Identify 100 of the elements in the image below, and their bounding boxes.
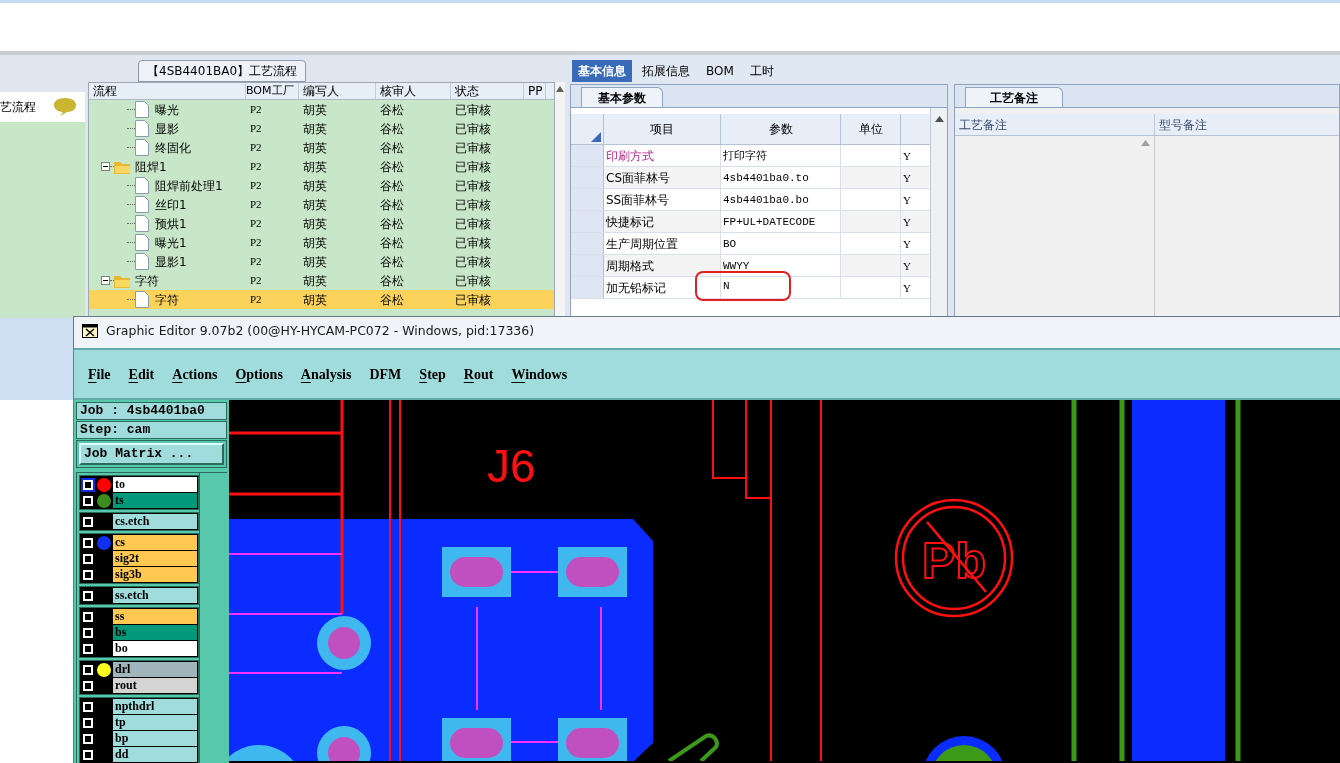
- layer-checkbox[interactable]: [83, 516, 93, 527]
- layer-checkbox[interactable]: [83, 749, 93, 760]
- tree-item-label[interactable]: 阻焊前处理1: [155, 176, 223, 195]
- tree-item-label[interactable]: 预烘1: [155, 214, 187, 233]
- table-cell-text: 已审核: [454, 291, 492, 309]
- layer-name[interactable]: cs: [113, 535, 197, 550]
- tree-row[interactable]: 阻焊前处理1 P2 胡英 谷松 已审核: [89, 176, 554, 195]
- table-cell-text: P2: [249, 292, 263, 308]
- layer-checkbox[interactable]: [83, 643, 93, 654]
- tree-item-label[interactable]: 曝光1: [155, 233, 187, 252]
- tab[interactable]: BOM: [700, 60, 740, 82]
- column-header[interactable]: 工艺备注: [955, 114, 1155, 135]
- layer-checkbox[interactable]: [83, 537, 93, 548]
- layer-checkbox[interactable]: [83, 553, 93, 564]
- column-header[interactable]: PP: [524, 83, 546, 99]
- layer-name[interactable]: npthdrl: [113, 699, 197, 714]
- via[interactable]: [317, 616, 371, 670]
- menu-item[interactable]: Analysis: [300, 363, 352, 385]
- table-cell-text: 谷松: [379, 215, 405, 233]
- menu-item[interactable]: Step: [419, 363, 446, 385]
- tree-item-label[interactable]: 显影1: [155, 252, 187, 271]
- layer-checkbox[interactable]: [83, 701, 93, 712]
- scroll-up-icon[interactable]: [934, 116, 944, 122]
- menu-item[interactable]: Rout: [463, 363, 494, 385]
- column-header[interactable]: 项目: [604, 114, 721, 144]
- tree-row[interactable]: 曝光1 P2 胡英 谷松 已审核: [89, 233, 554, 252]
- layer-name[interactable]: ts: [113, 493, 197, 508]
- layer-name[interactable]: ss.etch: [113, 588, 197, 603]
- collapse-icon[interactable]: [101, 276, 110, 285]
- layer-name[interactable]: sig3b: [113, 567, 197, 582]
- job-matrix-button[interactable]: Job Matrix ...: [79, 443, 224, 465]
- column-header[interactable]: 流程: [89, 83, 246, 99]
- tree-item-label[interactable]: 字符: [135, 271, 159, 290]
- column-header[interactable]: 型号备注: [1155, 114, 1339, 135]
- outline-drawing[interactable]: [229, 400, 344, 616]
- layer-name[interactable]: bo: [113, 641, 197, 656]
- trace-drawing[interactable]: [389, 400, 822, 761]
- layer-name[interactable]: rout: [113, 678, 197, 693]
- tree-item-label[interactable]: 曝光: [155, 100, 179, 119]
- layer-checkbox[interactable]: [83, 717, 93, 728]
- slot-outline[interactable]: [667, 733, 719, 761]
- tree-item-label[interactable]: 丝印1: [155, 195, 187, 214]
- scroll-up-icon[interactable]: [556, 86, 564, 92]
- column-header[interactable]: BOM工厂: [246, 83, 299, 99]
- tree-item-label[interactable]: 终固化: [155, 138, 191, 157]
- tab[interactable]: 工艺备注: [965, 87, 1063, 107]
- layer-name[interactable]: to: [113, 477, 197, 492]
- table-cell-text: 谷松: [379, 120, 405, 138]
- menu-item[interactable]: DFM: [369, 363, 402, 385]
- tab[interactable]: 拓展信息: [636, 60, 696, 82]
- selected-row[interactable]: 字符 P2 胡英 谷松 已审核: [89, 290, 554, 309]
- tree-row[interactable]: 显影1 P2 胡英 谷松 已审核: [89, 252, 554, 271]
- menu-item[interactable]: Actions: [172, 363, 218, 385]
- layer-checkbox[interactable]: [83, 627, 93, 638]
- tab[interactable]: 基本参数: [581, 87, 663, 107]
- tree-row[interactable]: 显影 P2 胡英 谷松 已审核: [89, 119, 554, 138]
- layer-checkbox[interactable]: [83, 495, 93, 506]
- tree-item-label[interactable]: 字符: [155, 290, 179, 309]
- via[interactable]: [317, 726, 371, 761]
- layer-checkbox[interactable]: [83, 733, 93, 744]
- table-cell-text: P2: [249, 197, 263, 213]
- page-icon: [135, 234, 149, 251]
- layer-checkbox[interactable]: [83, 680, 93, 691]
- column-header[interactable]: 单位: [841, 114, 901, 144]
- menu-item[interactable]: Windows: [511, 363, 568, 385]
- trace-drawing[interactable]: [1071, 400, 1241, 761]
- menu-item[interactable]: Options: [235, 363, 283, 385]
- layer-checkbox[interactable]: [83, 664, 93, 675]
- tree-item-label[interactable]: 显影: [155, 119, 179, 138]
- layer-name[interactable]: ss: [113, 609, 197, 624]
- tree-row[interactable]: 丝印1 P2 胡英 谷松 已审核: [89, 195, 554, 214]
- tab[interactable]: 工时: [743, 60, 780, 82]
- tab[interactable]: 基本信息: [572, 60, 632, 82]
- collapse-icon[interactable]: [101, 162, 110, 171]
- layer-checkbox[interactable]: [83, 590, 93, 601]
- menu-item[interactable]: Edit: [128, 363, 155, 385]
- layer-name[interactable]: bp: [113, 731, 197, 746]
- tree-row[interactable]: 曝光 P2 胡英 谷松 已审核: [89, 100, 554, 119]
- layer-name[interactable]: dd: [113, 747, 197, 762]
- select-all-icon[interactable]: [591, 132, 601, 142]
- layer-name[interactable]: sig2t: [113, 551, 197, 566]
- layer-name[interactable]: drl: [113, 662, 197, 677]
- column-header[interactable]: 核审人: [376, 83, 451, 99]
- page-icon: [135, 196, 149, 213]
- tree-row[interactable]: 字符 P2 胡英 谷松 已审核: [89, 271, 554, 290]
- column-header[interactable]: 状态: [451, 83, 524, 99]
- menu-item[interactable]: File: [88, 363, 111, 385]
- tree-row[interactable]: 阻焊1 P2 胡英 谷松 已审核: [89, 157, 554, 176]
- column-header[interactable]: 参数: [721, 114, 841, 144]
- table-cell-text: P2: [249, 140, 263, 156]
- layer-name[interactable]: bs: [113, 625, 197, 640]
- column-header[interactable]: 编写人: [299, 83, 376, 99]
- layer-name[interactable]: tp: [113, 715, 197, 730]
- tree-row[interactable]: 终固化 P2 胡英 谷松 已审核: [89, 138, 554, 157]
- layer-checkbox[interactable]: [83, 569, 93, 580]
- tree-item-label[interactable]: 阻焊1: [135, 157, 167, 176]
- tree-row[interactable]: 预烘1 P2 胡英 谷松 已审核: [89, 214, 554, 233]
- layer-name[interactable]: cs.etch: [113, 514, 197, 529]
- table-cell-text: P2: [249, 216, 263, 232]
- layer-checkbox[interactable]: [83, 611, 93, 622]
